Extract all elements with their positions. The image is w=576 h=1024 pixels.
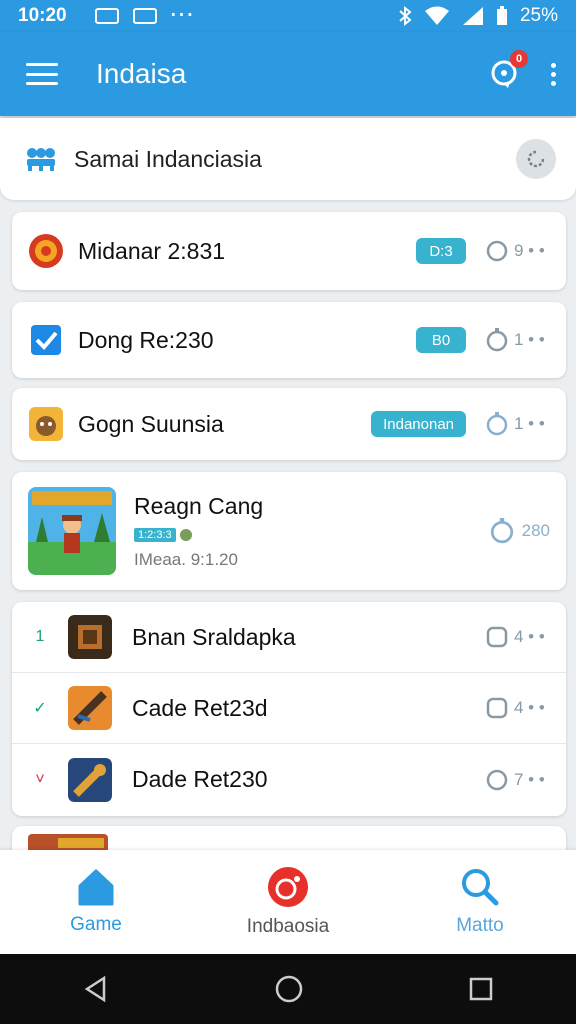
back-icon[interactable] (82, 975, 110, 1003)
featured-game-tag: 1:2:3:3 (134, 527, 176, 542)
search-card[interactable]: Samai Indanciasia (0, 118, 576, 200)
featured-game-title: Reagn Cang (134, 492, 264, 519)
nav-game[interactable]: Game (21, 868, 171, 936)
signal-icon (462, 7, 483, 25)
message-icon (132, 8, 157, 24)
game-card-badge[interactable]: B0 (416, 327, 466, 353)
notification-badge: 0 (510, 50, 528, 68)
game-list: 1 Bnan Sraldapka 4 • • ✓ Cade Ret23d 4 •… (12, 602, 566, 816)
more-notifications-icon: ··· (170, 5, 196, 26)
game-app-icon (29, 407, 63, 441)
system-navigation-bar (0, 954, 576, 1024)
clock-icon (486, 769, 508, 790)
refresh-icon (527, 150, 545, 168)
timer-icon (486, 328, 508, 352)
chat-alert-icon (268, 867, 308, 907)
list-item-count: 4 • • (514, 698, 545, 717)
battery-icon (496, 6, 507, 25)
list-item-marker: 1 (35, 628, 45, 645)
list-item-title: Dade Ret230 (132, 766, 268, 792)
game-app-icon (29, 234, 63, 268)
battery-level: 25% (519, 5, 558, 26)
featured-game-card[interactable]: Reagn Cang 1:2:3:3 IMeaa. 9:1.20 280 (12, 472, 566, 590)
bottom-navigation: Game Indbaosia Matto (0, 850, 576, 954)
notifications-button[interactable]: 0 (490, 50, 528, 88)
bluetooth-icon (399, 6, 412, 26)
game-card-badge[interactable]: D:3 (416, 238, 466, 264)
list-item-count: 7 • • (514, 769, 545, 789)
home-icon (78, 869, 114, 906)
featured-game-subtitle: IMeaa. 9:1.20 (134, 549, 238, 569)
wifi-icon (424, 6, 449, 25)
nav-matto-label: Matto (456, 915, 504, 936)
app-title: Indaisa (96, 58, 187, 89)
list-item[interactable]: ˅ Dade Ret230 7 • • (12, 744, 566, 815)
game-card-title: Dong Re:230 (78, 326, 214, 353)
list-item[interactable]: ✓ Cade Ret23d 4 • • (12, 673, 566, 744)
game-card-title: Gogn Suunsia (78, 410, 224, 437)
nav-indbaosia[interactable]: Indbaosia (213, 866, 363, 938)
game-card-title: Midanar 2:831 (78, 237, 226, 264)
nav-matto[interactable]: Matto (405, 867, 555, 937)
game-card[interactable]: Dong Re:230 B0 1 • • (12, 302, 566, 378)
game-card-count: 9 • • (514, 241, 545, 260)
nav-indbaosia-label: Indbaosia (246, 916, 330, 937)
game-app-icon (68, 686, 112, 730)
search-icon (462, 869, 499, 906)
list-item-title: Bnan Sraldapka (132, 623, 296, 650)
home-button-icon[interactable] (274, 974, 304, 1004)
community-icon (27, 148, 55, 171)
game-card[interactable]: Gogn Suunsia Indanonan 1 • • (12, 388, 566, 460)
search-card-label: Samai Indanciasia (74, 145, 262, 172)
status-time: 10:20 (18, 5, 67, 26)
featured-tag-dot-icon (179, 528, 192, 541)
featured-game-thumbnail (28, 487, 116, 575)
square-icon (486, 697, 508, 719)
game-app-icon (68, 615, 112, 659)
checkbox-icon[interactable] (28, 322, 64, 358)
refresh-button[interactable] (516, 139, 556, 179)
status-bar: 10:20 ··· 25% (0, 0, 576, 32)
game-card-count: 1 • • (514, 414, 545, 433)
notification-icon (94, 8, 119, 24)
timer-icon (486, 412, 508, 436)
list-item[interactable]: 1 Bnan Sraldapka 4 • • (12, 602, 566, 673)
app-bar: Indaisa 0 (0, 32, 576, 116)
nav-game-label: Game (70, 914, 122, 935)
list-item-marker: ✓ (33, 700, 47, 717)
menu-icon[interactable] (26, 63, 58, 85)
square-icon (486, 626, 508, 648)
game-card-count: 1 • • (514, 330, 545, 349)
timer-icon (490, 518, 513, 544)
clock-icon (486, 240, 508, 262)
recents-icon[interactable] (468, 976, 494, 1002)
list-item-count: 4 • • (514, 627, 545, 646)
list-item-marker: ˅ (35, 770, 45, 788)
featured-game-count: 280 (521, 521, 550, 540)
game-card[interactable]: Midanar 2:831 D:3 9 • • (12, 212, 566, 290)
game-app-icon (68, 757, 112, 802)
list-item-title: Cade Ret23d (132, 694, 268, 721)
overflow-menu-icon[interactable] (548, 62, 558, 86)
game-card-badge[interactable]: Indanonan (371, 411, 466, 437)
